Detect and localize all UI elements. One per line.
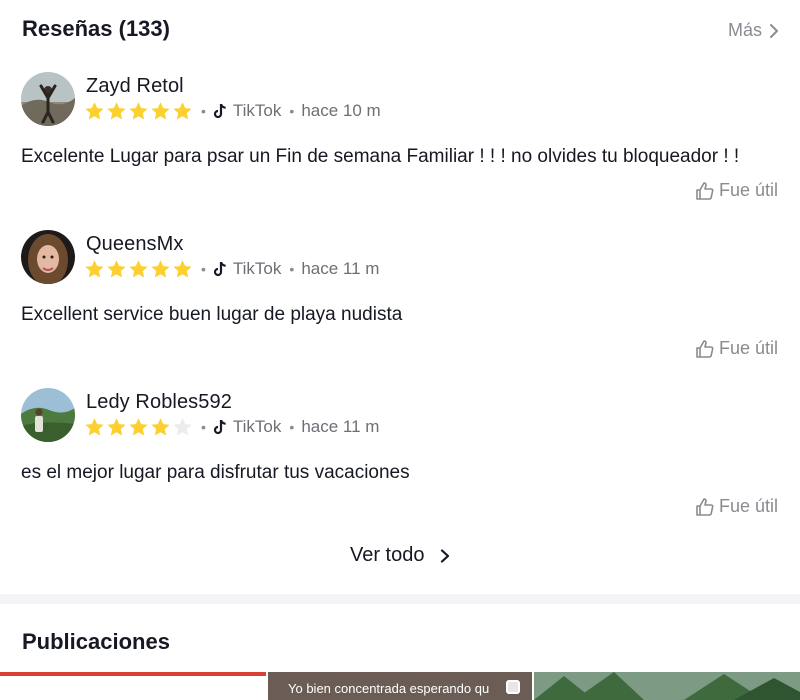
star-rating [84, 417, 193, 438]
tiktok-icon [213, 103, 226, 119]
username[interactable]: Zayd Retol [86, 75, 184, 98]
star-filled-icon [173, 101, 192, 119]
separator-dot: • [201, 261, 206, 277]
post-thumbnail[interactable] [534, 672, 800, 700]
post-caption: Yo bien concentrada esperando qu [288, 681, 490, 696]
star-filled-icon [151, 259, 170, 277]
tiktok-icon [213, 261, 226, 277]
sticker-icon [506, 680, 520, 694]
thumbs-up-icon [696, 339, 714, 358]
review-text: Excelente Lugar para psar un Fin de sema… [21, 146, 740, 167]
helpful-button[interactable]: Fue útil [695, 496, 778, 517]
post-thumbnail[interactable]: Yo bien concentrada esperando qu [268, 672, 532, 700]
helpful-button[interactable]: Fue útil [695, 338, 778, 359]
separator-dot: • [289, 103, 295, 119]
palm-image [534, 672, 800, 700]
review-item: QueensMx • TikTok • hace 11 m Excellent … [0, 230, 800, 388]
review-time: hace 11 m [301, 259, 380, 278]
star-filled-icon [85, 101, 104, 119]
see-all-button[interactable]: Ver todo [0, 544, 800, 567]
posts-title: Publicaciones [22, 629, 170, 654]
tiktok-icon [213, 419, 226, 435]
star-rating [84, 101, 193, 122]
star-filled-icon [129, 417, 148, 435]
thumbs-up-icon [696, 497, 714, 516]
star-filled-icon [151, 417, 170, 435]
review-source: TikTok [232, 259, 282, 278]
reviews-header: Reseñas (133) Más [22, 14, 780, 46]
review-source: TikTok [232, 417, 282, 436]
star-empty-icon [173, 417, 192, 435]
separator-dot: • [201, 103, 206, 119]
star-filled-icon [129, 259, 148, 277]
thumbs-up-icon [696, 181, 714, 200]
review-item: Ledy Robles592 • TikTok • hace 11 m es e… [0, 388, 800, 546]
separator-dot: • [201, 419, 206, 435]
review-source: TikTok [232, 101, 282, 120]
more-label: Más [727, 20, 762, 40]
review-time: hace 11 m [301, 417, 380, 436]
avatar[interactable] [21, 72, 75, 126]
more-link[interactable]: Más [728, 20, 780, 41]
helpful-button[interactable]: Fue útil [695, 180, 778, 201]
star-filled-icon [129, 101, 148, 119]
star-rating [84, 259, 193, 280]
review-time: hace 10 m [301, 101, 381, 120]
review-text: es el mejor lugar para disfrutar tus vac… [21, 462, 410, 483]
avatar[interactable] [21, 230, 75, 284]
separator-dot: • [289, 419, 295, 435]
see-all-label: Ver todo [349, 544, 425, 567]
review-meta: • TikTok • hace 11 m [84, 257, 379, 281]
username[interactable]: Ledy Robles592 [86, 391, 232, 414]
star-filled-icon [107, 417, 126, 435]
star-filled-icon [151, 101, 170, 119]
reviews-title: Reseñas (133) [22, 16, 170, 41]
chevron-right-icon [440, 549, 450, 563]
post-thumbnail[interactable] [0, 672, 266, 700]
star-filled-icon [85, 417, 104, 435]
avatar[interactable] [21, 388, 75, 442]
review-item: Zayd Retol • TikTok • hace 10 m Excelent… [0, 72, 800, 230]
review-meta: • TikTok • hace 11 m [84, 415, 379, 439]
review-text: Excellent service buen lugar de playa nu… [21, 304, 403, 325]
star-filled-icon [173, 259, 192, 277]
star-filled-icon [107, 259, 126, 277]
separator-dot: • [289, 261, 295, 277]
chevron-right-icon [770, 23, 778, 38]
review-meta: • TikTok • hace 10 m [84, 99, 381, 123]
star-filled-icon [107, 101, 126, 119]
username[interactable]: QueensMx [86, 233, 184, 256]
helpful-label: Fue útil [718, 496, 778, 516]
helpful-label: Fue útil [718, 180, 778, 200]
star-filled-icon [85, 259, 104, 277]
section-divider [0, 594, 800, 604]
helpful-label: Fue útil [718, 338, 778, 358]
